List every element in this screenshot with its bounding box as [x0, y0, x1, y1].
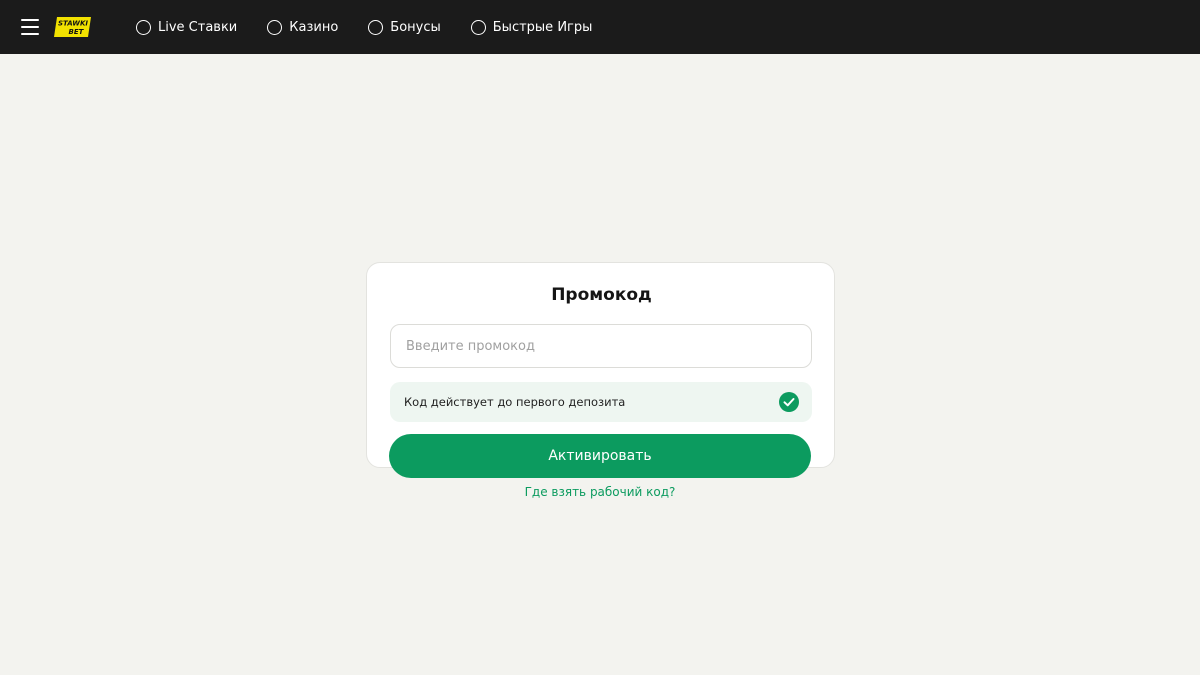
nav-item-label: Бонусы	[390, 19, 441, 35]
circle-icon	[136, 19, 151, 35]
help-link[interactable]: Где взять рабочий код?	[389, 485, 811, 499]
logo-icon: STAWKI BET	[54, 17, 91, 37]
hamburger-icon[interactable]	[21, 18, 39, 36]
nav-item-casino[interactable]: Казино	[267, 19, 339, 35]
promo-info-row: Код действует до первого депозита	[390, 382, 812, 422]
circle-icon	[470, 19, 486, 35]
nav-item-label: Live Ставки	[158, 19, 238, 35]
nav-item-label: Казино	[289, 19, 339, 35]
promo-info-text: Код действует до первого депозита	[404, 395, 626, 409]
top-navigation-bar: STAWKI BET Live Ставки Казино Бонусы Быс…	[0, 0, 1200, 54]
main-nav: Live Ставки Казино Бонусы Быстрые Игры	[136, 0, 622, 54]
nav-item-fast-games[interactable]: Быстрые Игры	[470, 19, 593, 35]
logo-text-line1: STAWKI	[58, 20, 88, 28]
promo-code-input[interactable]	[390, 324, 812, 368]
nav-item-live[interactable]: Live Ставки	[136, 19, 238, 35]
site-logo[interactable]: STAWKI BET	[54, 17, 91, 37]
circle-icon	[368, 19, 384, 35]
promo-title: Промокод	[551, 285, 652, 305]
nav-item-label: Быстрые Игры	[492, 19, 593, 35]
circle-icon	[267, 19, 283, 35]
nav-item-bonuses[interactable]: Бонусы	[368, 19, 441, 35]
check-circle-icon	[779, 392, 799, 412]
logo-text-line2: BET	[69, 28, 85, 36]
activate-button[interactable]: Активировать	[389, 434, 811, 478]
